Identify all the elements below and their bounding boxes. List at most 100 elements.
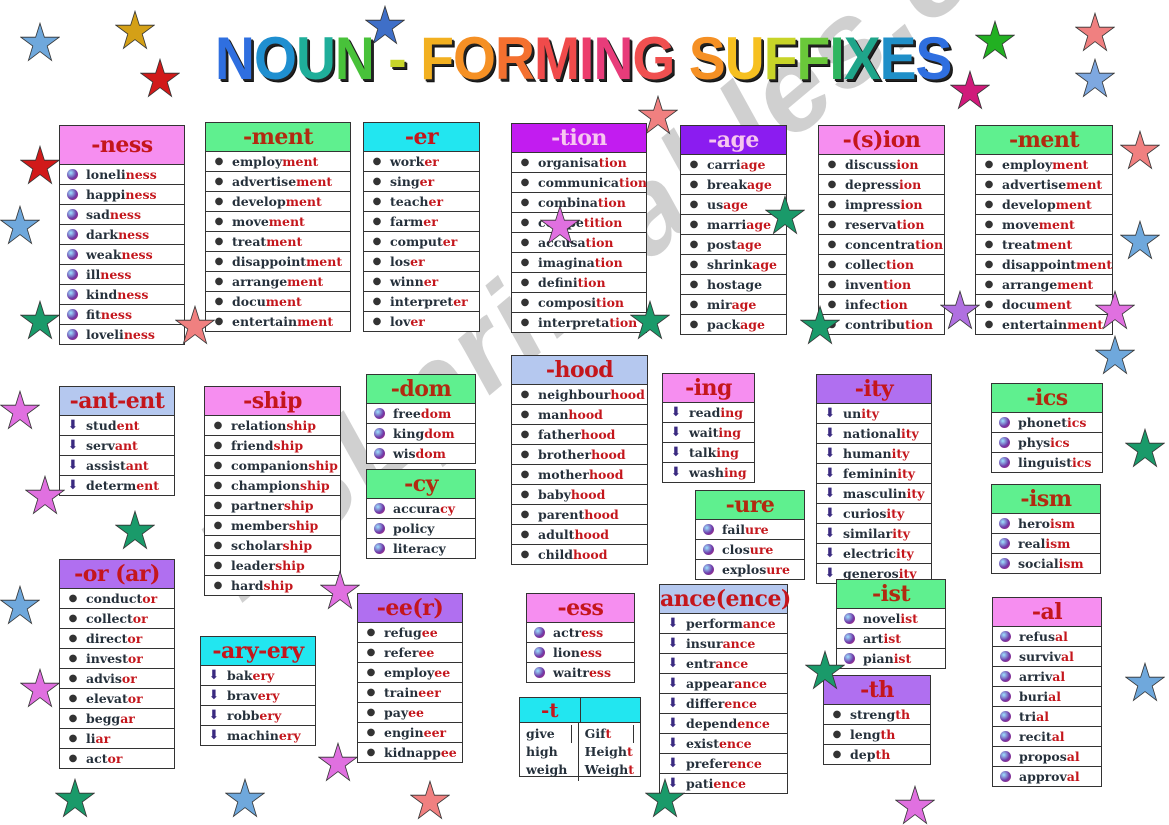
word: leadership [231, 558, 305, 573]
word-stem: discuss [845, 157, 897, 172]
suffix-header: ance(ence) [660, 585, 791, 614]
word: treatment [232, 234, 302, 249]
word-row: ● childhood [512, 545, 647, 564]
star-shape [1095, 335, 1135, 375]
word-stem: assist [86, 458, 126, 473]
word-row: ● communication [512, 173, 647, 193]
word-row: ⬇ unity [817, 404, 931, 424]
word-stem: approv [1019, 769, 1067, 784]
word-row: ⬇ determent [60, 476, 174, 495]
title-letter: O [253, 25, 297, 92]
bullet-icon: ● [984, 179, 994, 190]
suffix-header: -ist [837, 580, 945, 609]
word-row: ● traineer [358, 683, 462, 703]
word-row: ● engineer [358, 723, 462, 743]
bullet-icon: ● [366, 687, 376, 698]
suffix-header: -dom [367, 375, 475, 404]
word-stem: los [390, 254, 411, 269]
word-stem: waitr [553, 665, 589, 680]
word: scholarship [231, 538, 312, 553]
word-suffix: al [1066, 749, 1080, 764]
ball-bullet-icon [374, 448, 385, 459]
word-stem: employ [1002, 157, 1053, 172]
word-stem: partner [231, 498, 284, 513]
bullet-icon: ● [213, 520, 223, 531]
word-row: ● interpreter [364, 292, 479, 312]
word-suffix: tion [596, 295, 624, 310]
word-stem: carri [707, 157, 741, 172]
word-row: ● length [824, 725, 930, 745]
ball-bullet-icon [1000, 671, 1011, 682]
word-suffix: or [142, 591, 158, 606]
word: wisdom [393, 446, 446, 461]
star-icon [0, 205, 40, 245]
word-row: ⬇ machinery [201, 726, 315, 745]
word-row: ● reservation [819, 215, 944, 235]
arrow-bullet-icon: ⬇ [670, 405, 682, 420]
word-suffix: or [127, 631, 143, 646]
word-stem: depend [686, 716, 738, 731]
word-stem: composi [538, 295, 597, 310]
word-stem: insur [686, 636, 723, 651]
word: nationality [843, 426, 919, 441]
word: artist [863, 631, 901, 646]
word-row: ⬇ electricity [817, 544, 931, 564]
suffix-table: -ment ● employment ● advertisement ● developme… [205, 122, 351, 332]
arrow-bullet-icon: ⬇ [67, 418, 79, 433]
word-suffix: or [132, 611, 148, 626]
word-suffix: ship [308, 458, 338, 473]
bullet-icon: ● [827, 199, 837, 210]
word-suffix: ment [1057, 277, 1094, 292]
word-row: ● kidnappee [358, 743, 462, 762]
word-stem: refug [384, 625, 422, 640]
word-suffix: ure [766, 562, 790, 577]
arrow-bullet-icon: ⬇ [824, 506, 836, 521]
word-stem: move [232, 214, 269, 229]
word-suffix: t [605, 726, 612, 741]
word-stem: wait [689, 425, 719, 440]
word-suffix: ment [285, 194, 322, 209]
word-stem: winn [390, 274, 424, 289]
bullet-icon: ● [827, 279, 837, 290]
title-letter: R [495, 25, 535, 92]
star-icon [765, 195, 805, 235]
word-row: ● worker [364, 152, 479, 172]
bullet-icon: ● [68, 693, 78, 704]
word-stem: comput [390, 234, 443, 249]
suffix-header: -ness [60, 126, 184, 165]
word-suffix: hood [574, 527, 609, 542]
word-row: ● development [206, 192, 350, 212]
word: definition [538, 275, 606, 290]
title-letter: F [420, 25, 454, 92]
suffix-header: -ment [976, 126, 1112, 155]
word-row: ● document [206, 292, 350, 312]
word-row: ⬇ bravery [201, 686, 315, 706]
word: illness [86, 267, 131, 282]
word: engineer [384, 725, 446, 740]
word-suffix: cy [440, 501, 455, 516]
suffix-table: -hood ● neighbourhood ● manhood ● fatherhood ● b… [511, 355, 648, 565]
suffix-table: -ant-ent ⬇ student ⬇ servant ⬇ assistant ⬇ deter… [59, 386, 175, 496]
ball-bullet-icon [374, 503, 385, 514]
word: traineer [384, 685, 441, 700]
word: infection [845, 297, 908, 312]
word-suffix: ee [408, 705, 425, 720]
word-stem: leader [231, 558, 276, 573]
bullet-icon: ● [520, 489, 530, 500]
bullet-icon: ● [520, 317, 530, 328]
word-row: ● package [681, 315, 786, 334]
word: proposal [1019, 749, 1080, 764]
suffix-table: -ity ⬇ unity ⬇ nationality ⬇ humanity ⬇ feminini… [816, 374, 932, 584]
word: collection [845, 257, 914, 272]
ball-bullet-icon [1000, 731, 1011, 742]
star-shape [765, 195, 805, 235]
star-icon [0, 585, 40, 625]
t-noun-word: Gift [585, 725, 634, 743]
word-stem: bak [227, 668, 253, 683]
word: conductor [86, 591, 157, 606]
word-stem: art [863, 631, 884, 646]
arrow-bullet-icon: ⬇ [670, 425, 682, 440]
bullet-icon: ● [520, 277, 530, 288]
star-icon [540, 205, 580, 245]
word-stem: entr [686, 656, 716, 671]
